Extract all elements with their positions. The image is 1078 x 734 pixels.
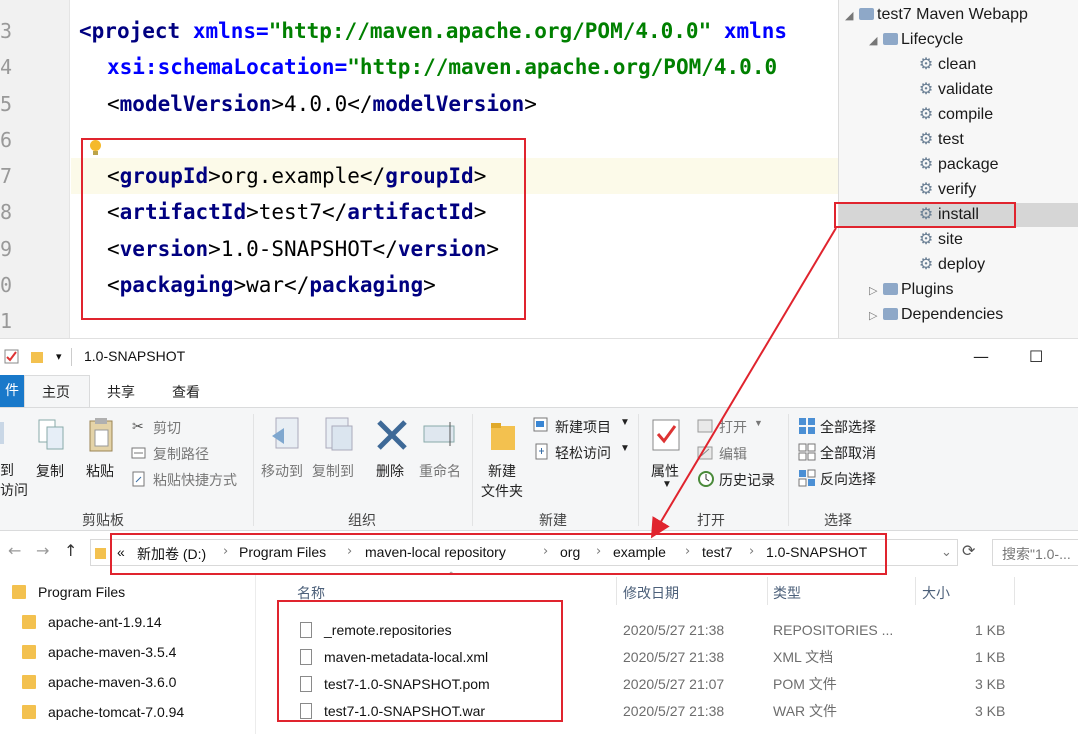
annotation-arrow-icon bbox=[650, 227, 837, 539]
